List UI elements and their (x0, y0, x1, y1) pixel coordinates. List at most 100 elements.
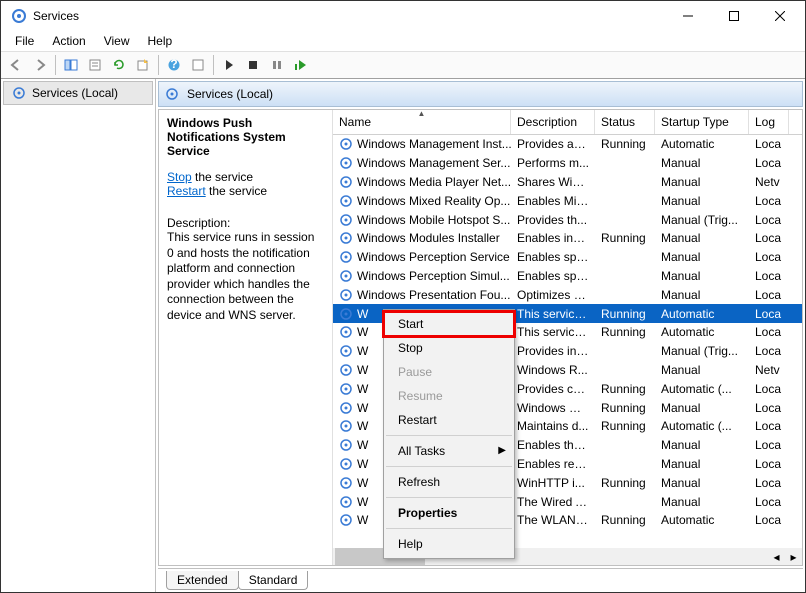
cell-description: Enables the ... (511, 438, 595, 452)
refresh-toolbar-button[interactable] (108, 54, 130, 76)
tab-standard[interactable]: Standard (238, 571, 309, 590)
cell-description: Performs m... (511, 156, 595, 170)
scroll-left-button[interactable]: ◂ (768, 548, 785, 565)
cell-name: Windows Modules Installer (333, 231, 511, 245)
restart-service-toolbar-button[interactable] (290, 54, 312, 76)
maximize-button[interactable] (711, 1, 757, 31)
column-description[interactable]: Description (511, 110, 595, 134)
service-name-text: Windows Management Inst... (357, 137, 511, 151)
properties-toolbar-button[interactable] (84, 54, 106, 76)
service-gear-icon (339, 213, 353, 227)
service-row[interactable]: Windows Management Inst...Provides a c..… (333, 135, 802, 154)
service-row[interactable]: Windows Management Ser...Performs m... Ma… (333, 154, 802, 173)
service-row[interactable]: Windows Modules InstallerEnables inst...… (333, 229, 802, 248)
toolbar-separator (158, 55, 159, 75)
pane-header: Services (Local) (158, 81, 803, 107)
cell-startup-type: Manual (655, 438, 749, 452)
cell-startup-type: Manual (655, 457, 749, 471)
service-row[interactable]: Windows Mobile Hotspot S...Provides th..… (333, 210, 802, 229)
start-service-toolbar-button[interactable] (218, 54, 240, 76)
service-gear-icon (339, 288, 353, 302)
cell-logon-as: Loca (749, 419, 789, 433)
cell-logon-as: Loca (749, 476, 789, 490)
show-hide-tree-button[interactable] (60, 54, 82, 76)
service-name-text: Windows Perception Service (357, 250, 510, 264)
ctx-start[interactable]: Start (384, 312, 514, 336)
column-name[interactable]: Name▲ (333, 110, 511, 134)
service-gear-icon (339, 344, 353, 358)
cell-startup-type: Manual (655, 401, 749, 415)
cell-description: WinHTTP i... (511, 476, 595, 490)
service-gear-icon (339, 401, 353, 415)
column-logon-as[interactable]: Log (749, 110, 789, 134)
ctx-refresh[interactable]: Refresh (384, 470, 514, 494)
cell-description: This service ... (511, 307, 595, 321)
service-gear-icon (339, 513, 353, 527)
minimize-button[interactable] (665, 1, 711, 31)
gear-icon (12, 86, 26, 100)
unknown-toolbar-button[interactable] (187, 54, 209, 76)
service-name-text: Windows Perception Simul... (357, 269, 510, 283)
menu-bar: File Action View Help (1, 31, 805, 51)
ctx-help[interactable]: Help (384, 532, 514, 556)
scroll-right-button[interactable]: ▸ (785, 548, 802, 565)
toolbar: ? (1, 51, 805, 79)
stop-service-toolbar-button[interactable] (242, 54, 264, 76)
service-gear-icon (339, 137, 353, 151)
service-name-text: Windows Media Player Net... (357, 175, 511, 189)
service-row[interactable]: Windows Perception ServiceEnables spa...… (333, 248, 802, 267)
service-name-text: W (357, 325, 368, 339)
cell-name: Windows Management Ser... (333, 156, 511, 170)
cell-logon-as: Loca (749, 307, 789, 321)
forward-button[interactable] (29, 54, 51, 76)
cell-logon-as: Loca (749, 401, 789, 415)
ctx-properties[interactable]: Properties (384, 501, 514, 525)
service-gear-icon (339, 495, 353, 509)
service-row[interactable]: Windows Mixed Reality Op...Enables Mix..… (333, 191, 802, 210)
service-name-text: Windows Mixed Reality Op... (357, 194, 510, 208)
menu-action[interactable]: Action (44, 32, 93, 50)
back-button[interactable] (5, 54, 27, 76)
cell-startup-type: Manual (655, 156, 749, 170)
menu-help[interactable]: Help (140, 32, 181, 50)
service-name-text: W (357, 495, 368, 509)
tab-extended[interactable]: Extended (166, 571, 239, 590)
cell-startup-type: Manual (655, 363, 749, 377)
column-status[interactable]: Status (595, 110, 655, 134)
column-startup-type[interactable]: Startup Type (655, 110, 749, 134)
stop-service-link[interactable]: Stop (167, 170, 192, 184)
cell-status: Running (595, 382, 655, 396)
cell-startup-type: Automatic (655, 325, 749, 339)
export-list-button[interactable] (132, 54, 154, 76)
service-row[interactable]: Windows Presentation Fou...Optimizes p..… (333, 285, 802, 304)
service-row[interactable]: Windows Media Player Net...Shares Win...… (333, 173, 802, 192)
service-name-text: Windows Modules Installer (357, 231, 500, 245)
ctx-restart[interactable]: Restart (384, 408, 514, 432)
service-gear-icon (339, 476, 353, 490)
cell-startup-type: Manual (Trig... (655, 213, 749, 227)
cell-description: Enables spa... (511, 269, 595, 283)
restart-service-link[interactable]: Restart (167, 184, 206, 198)
tree-item-label: Services (Local) (32, 86, 118, 100)
service-gear-icon (339, 175, 353, 189)
cell-name: Windows Media Player Net... (333, 175, 511, 189)
cell-description: Windows Se... (511, 401, 595, 415)
ctx-pause: Pause (384, 360, 514, 384)
service-name-text: Windows Mobile Hotspot S... (357, 213, 510, 227)
cell-logon-as: Loca (749, 382, 789, 396)
close-button[interactable] (757, 1, 803, 31)
ctx-stop[interactable]: Stop (384, 336, 514, 360)
ctx-all-tasks[interactable]: All Tasks▶ (384, 439, 514, 463)
service-action-line: Restart the service (167, 184, 324, 198)
service-gear-icon (339, 307, 353, 321)
cell-description: Enables Mix... (511, 194, 595, 208)
service-gear-icon (339, 363, 353, 377)
services-app-icon (11, 8, 27, 24)
pause-service-toolbar-button[interactable] (266, 54, 288, 76)
menu-view[interactable]: View (96, 32, 138, 50)
service-gear-icon (339, 457, 353, 471)
tree-item-services-local[interactable]: Services (Local) (3, 81, 153, 105)
service-row[interactable]: Windows Perception Simul...Enables spa..… (333, 267, 802, 286)
help-toolbar-button[interactable]: ? (163, 54, 185, 76)
menu-file[interactable]: File (7, 32, 42, 50)
